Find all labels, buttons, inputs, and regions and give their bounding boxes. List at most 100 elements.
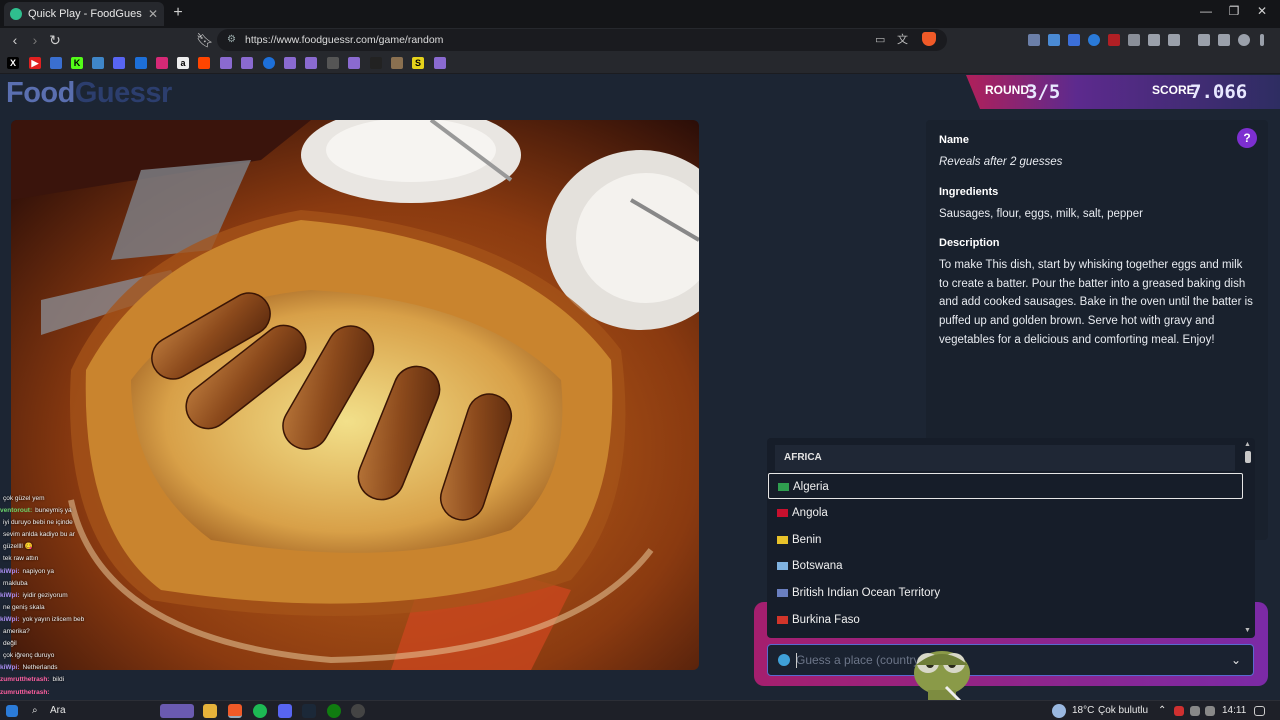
chat-message: zumrutthetrash: [0, 687, 170, 699]
dropdown-scrollbar[interactable]: ▲ ▼ [1244, 441, 1251, 635]
country-option-burkina-faso[interactable]: Burkina Faso [768, 607, 1243, 633]
weather-desc: Çok bulutlu [1098, 705, 1149, 716]
bookmark-icon[interactable] [135, 57, 147, 69]
scroll-up-icon[interactable]: ▲ [1244, 441, 1251, 448]
sidebar-icon[interactable] [1218, 34, 1230, 46]
bookmark-icon[interactable] [348, 57, 360, 69]
extension-icon[interactable] [1048, 34, 1060, 46]
extension-icon[interactable] [1088, 34, 1100, 46]
chat-username: zumrutthetrash: [0, 676, 50, 684]
guess-input[interactable]: Guess a place (country...) ⌄ [767, 644, 1254, 676]
bookmark-icon[interactable]: 🔖︎ [196, 31, 214, 49]
ublock-icon[interactable] [1108, 34, 1120, 46]
extension-icon[interactable] [1068, 34, 1080, 46]
reddit-bookmark-icon[interactable] [198, 57, 210, 69]
name-value: Reveals after 2 guesses [939, 156, 1063, 168]
menu-icon[interactable] [1260, 34, 1264, 46]
bookmark-icon[interactable] [220, 57, 232, 69]
reload-icon[interactable]: ↻ [46, 31, 64, 49]
chat-text: amerika? [3, 628, 30, 636]
bookmark-icon[interactable] [305, 57, 317, 69]
notifications-icon[interactable] [1254, 706, 1265, 716]
cast-icon[interactable]: ▭ [875, 29, 885, 51]
shield-extension-icon[interactable] [1128, 34, 1140, 46]
steam-icon[interactable] [302, 704, 316, 718]
volume-icon[interactable] [1205, 706, 1215, 716]
country-option-algeria[interactable]: Algeria [768, 473, 1243, 499]
kick-bookmark-icon[interactable]: K [71, 57, 83, 69]
bookmark-icon[interactable] [327, 57, 339, 69]
back-icon[interactable]: ‹ [6, 31, 24, 49]
url-field[interactable]: ⚙ https://www.foodguessr.com/game/random… [217, 29, 947, 51]
foodguessr-logo[interactable]: FoodGuessr [6, 77, 172, 110]
tab-close-icon[interactable]: ✕ [148, 7, 158, 21]
bookmark-icon[interactable] [113, 57, 125, 69]
discord-icon[interactable] [278, 704, 292, 718]
spotify-icon[interactable] [253, 704, 267, 718]
help-icon[interactable]: ? [1237, 128, 1257, 148]
obs-icon[interactable] [351, 704, 365, 718]
country-option-botswana[interactable]: Botswana [768, 553, 1243, 579]
chat-message: makluba [0, 578, 170, 590]
active-tab[interactable]: Quick Play - FoodGuessr | Food ✕ [4, 2, 164, 26]
vpn-icon[interactable] [1238, 34, 1250, 46]
chat-text: Netherlands [22, 664, 58, 672]
angola-flag-icon [777, 509, 788, 517]
new-tab-button[interactable]: + [170, 4, 186, 22]
chat-text: sevim anlda kadiyo bu ar [3, 531, 75, 539]
file-explorer-icon[interactable] [203, 704, 217, 718]
scroll-thumb[interactable] [1245, 451, 1251, 463]
brave-taskbar-icon[interactable] [228, 704, 242, 718]
youtube-bookmark-icon[interactable]: ▶ [29, 57, 41, 69]
bookmark-icon[interactable]: S [412, 57, 424, 69]
bookmarks-bar: X ▶ K a S [0, 52, 1280, 74]
xbox-icon[interactable] [327, 704, 341, 718]
score-value: 7.066 [1190, 81, 1248, 103]
network-icon[interactable] [1190, 706, 1200, 716]
bookmark-icon[interactable] [370, 57, 382, 69]
clock-time[interactable]: 14:11 [1222, 704, 1246, 718]
tray-chevron-icon[interactable]: ⌃ [1158, 704, 1166, 718]
x-bookmark-icon[interactable]: X [7, 57, 19, 69]
maximize-button[interactable]: ❐ [1224, 4, 1244, 18]
bookmark-icon[interactable] [284, 57, 296, 69]
bookmark-icon[interactable] [391, 57, 403, 69]
scroll-down-icon[interactable]: ▼ [1244, 627, 1251, 634]
widgets-icon[interactable] [160, 704, 194, 718]
translate-icon[interactable]: 文 [897, 29, 908, 51]
chat-message: güzellll 😋 [0, 541, 170, 553]
search-icon[interactable]: ⌕ [32, 704, 38, 718]
chat-text: çok güzel yem [3, 495, 45, 502]
chevron-down-icon[interactable]: ⌄ [1231, 645, 1241, 675]
extension-icon[interactable] [1028, 34, 1040, 46]
windows-start-icon[interactable] [6, 705, 18, 717]
brave-shields-icon[interactable] [922, 32, 936, 46]
instagram-bookmark-icon[interactable] [156, 57, 168, 69]
close-window-button[interactable]: ✕ [1252, 4, 1272, 18]
tray-app-icon[interactable] [1174, 706, 1184, 716]
chat-text: iyi duruyo bebi ne içinde [3, 519, 73, 527]
stream-chat-overlay: çok güzel yem ventorout: buneymiş ya iyi du… [0, 493, 170, 699]
taskbar-search-label[interactable]: Ara [50, 704, 66, 718]
site-settings-icon[interactable]: ⚙ [227, 29, 236, 51]
score-label: SCORE [1152, 83, 1195, 97]
screenshot-icon[interactable] [1168, 34, 1180, 46]
bookmark-icon[interactable] [434, 57, 446, 69]
puzzle-extensions-icon[interactable] [1148, 34, 1160, 46]
bookmark-icon[interactable] [241, 57, 253, 69]
chat-message: amerika? [0, 626, 170, 638]
chat-message: sevim anlda kadiyo bu ar [0, 529, 170, 541]
media-icon[interactable] [1198, 34, 1210, 46]
bookmark-icon[interactable]: a [177, 57, 189, 69]
forward-icon[interactable]: › [26, 31, 44, 49]
bookmark-icon[interactable] [263, 57, 275, 69]
country-option-benin[interactable]: Benin [768, 527, 1243, 553]
country-option-angola[interactable]: Angola [768, 500, 1243, 526]
chat-text: güzellll 😋 [3, 543, 33, 551]
bookmark-icon[interactable] [92, 57, 104, 69]
country-option-biot[interactable]: British Indian Ocean Territory [768, 580, 1243, 606]
minimize-button[interactable]: — [1196, 4, 1216, 18]
bookmark-icon[interactable] [50, 57, 62, 69]
description-value: To make This dish, start by whisking tog… [939, 259, 1253, 346]
chat-text: makluba [3, 579, 28, 587]
